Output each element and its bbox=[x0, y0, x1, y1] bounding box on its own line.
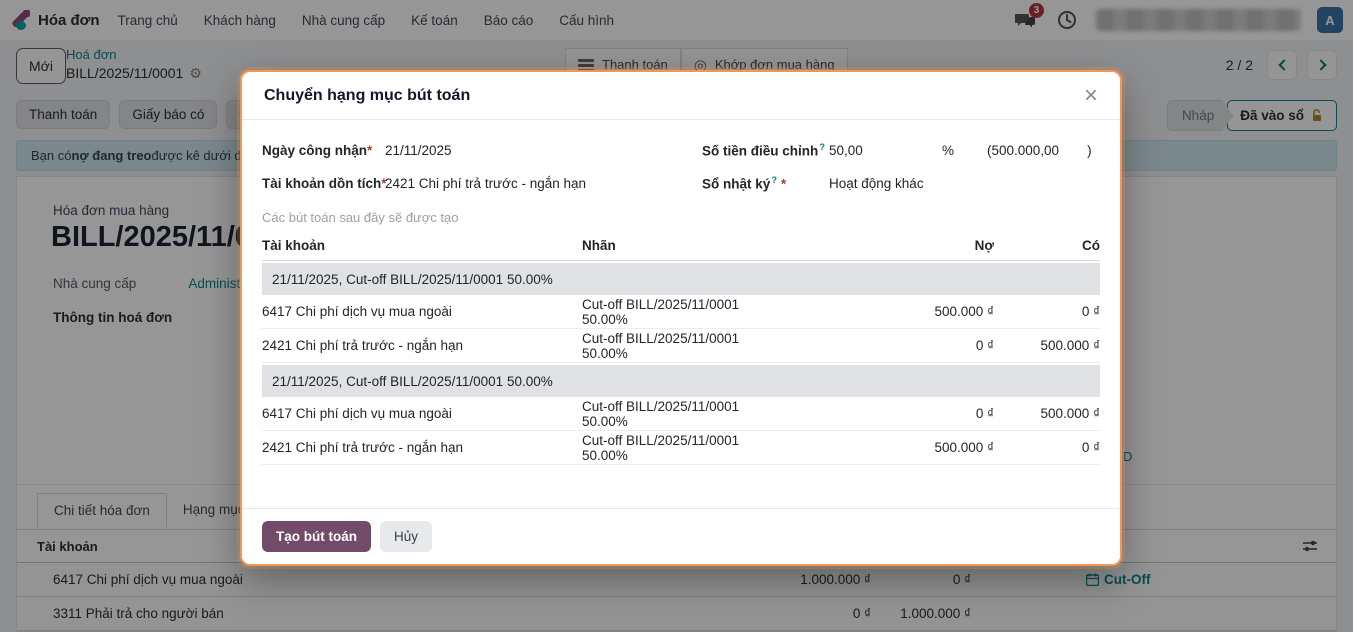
label-cell: Cut-off BILL/2025/11/0001 50.00% bbox=[582, 399, 764, 429]
label-cell: Cut-off BILL/2025/11/0001 50.00% bbox=[582, 433, 764, 463]
adjustment-amount-label: Số tiền điều chỉnh? bbox=[702, 142, 829, 159]
account-column-header: Tài khoản bbox=[262, 238, 582, 253]
account-cell: 6417 Chi phí dịch vụ mua ngoài bbox=[262, 304, 582, 319]
modal-footer: Tạo bút toán Hủy bbox=[242, 508, 1120, 564]
credit-column-header: Có bbox=[994, 238, 1100, 253]
recognition-date-label: Ngày công nhận* bbox=[262, 143, 385, 158]
account-cell: 2421 Chi phí trả trước - ngắn hạn bbox=[262, 338, 582, 353]
label-cell: Cut-off BILL/2025/11/0001 50.00% bbox=[582, 297, 764, 327]
debit-cell: 500.000 ₫ bbox=[764, 440, 994, 455]
required-asterisk: * bbox=[781, 177, 786, 192]
journal-input[interactable]: Hoạt động khác bbox=[829, 176, 1100, 191]
debit-cell: 0 ₫ bbox=[764, 406, 994, 421]
modal-body: Ngày công nhận* 21/11/2025 Số tiền điều … bbox=[242, 120, 1120, 465]
journal-label: Sổ nhật ký? * bbox=[702, 175, 829, 192]
recognition-date-input[interactable]: 21/11/2025 bbox=[385, 143, 702, 158]
label-column-header: Nhãn bbox=[582, 238, 764, 253]
table-row[interactable]: 2421 Chi phí trả trước - ngắn hạn Cut-of… bbox=[262, 329, 1100, 363]
debit-cell: 500.000 ₫ bbox=[764, 304, 994, 319]
account-cell: 6417 Chi phí dịch vụ mua ngoài bbox=[262, 406, 582, 421]
table-row[interactable]: 6417 Chi phí dịch vụ mua ngoài Cut-off B… bbox=[262, 295, 1100, 329]
credit-cell: 0 ₫ bbox=[994, 440, 1100, 455]
percent-sign: % bbox=[942, 143, 987, 158]
preview-note: Các bút toán sau đây sẽ được tạo bbox=[262, 210, 1100, 225]
accrual-account-label: Tài khoản dồn tích* bbox=[262, 176, 385, 191]
adjustment-amount-value[interactable]: (500.000,00 bbox=[987, 143, 1059, 158]
help-marker: ? bbox=[771, 175, 777, 186]
group-row[interactable]: 21/11/2025, Cut-off BILL/2025/11/0001 50… bbox=[262, 263, 1100, 295]
credit-cell: 500.000 ₫ bbox=[994, 406, 1100, 421]
help-marker: ? bbox=[819, 142, 825, 153]
table-row[interactable]: 2421 Chi phí trả trước - ngắn hạn Cut-of… bbox=[262, 431, 1100, 465]
group-row[interactable]: 21/11/2025, Cut-off BILL/2025/11/0001 50… bbox=[262, 365, 1100, 397]
debit-column-header: Nợ bbox=[764, 238, 994, 253]
create-entries-button[interactable]: Tạo bút toán bbox=[262, 521, 371, 552]
modal-title: Chuyển hạng mục bút toán bbox=[264, 87, 470, 105]
debit-cell: 0 ₫ bbox=[764, 338, 994, 353]
adjustment-percent-input[interactable]: 50,00 bbox=[829, 143, 942, 158]
close-paren: ) bbox=[1087, 143, 1092, 158]
cutoff-modal: Chuyển hạng mục bút toán × Ngày công nhậ… bbox=[240, 70, 1122, 566]
modal-header: Chuyển hạng mục bút toán × bbox=[242, 72, 1120, 120]
preview-table-header: Tài khoản Nhãn Nợ Có bbox=[262, 231, 1100, 261]
cancel-button[interactable]: Hủy bbox=[380, 521, 432, 552]
credit-cell: 500.000 ₫ bbox=[994, 338, 1100, 353]
account-cell: 2421 Chi phí trả trước - ngắn hạn bbox=[262, 440, 582, 455]
accrual-account-input[interactable]: 2421 Chi phí trả trước - ngắn hạn bbox=[385, 176, 702, 191]
table-row[interactable]: 6417 Chi phí dịch vụ mua ngoài Cut-off B… bbox=[262, 397, 1100, 431]
label-cell: Cut-off BILL/2025/11/0001 50.00% bbox=[582, 331, 764, 361]
required-asterisk: * bbox=[367, 143, 372, 158]
close-icon[interactable]: × bbox=[1084, 84, 1098, 108]
credit-cell: 0 ₫ bbox=[994, 304, 1100, 319]
preview-table: Tài khoản Nhãn Nợ Có 21/11/2025, Cut-off… bbox=[262, 231, 1100, 465]
